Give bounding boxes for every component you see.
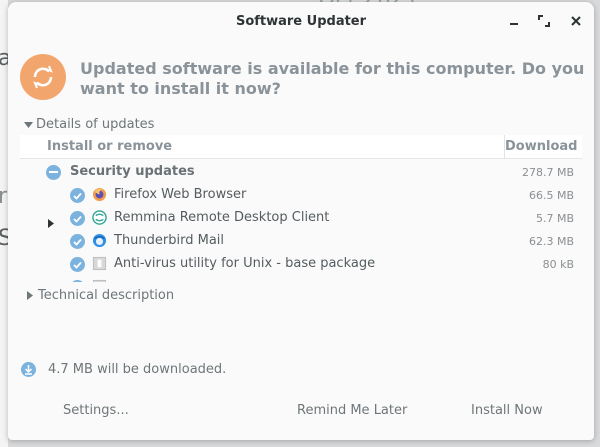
details-of-updates-expander[interactable]: Details of updates [22,117,154,132]
software-updater-dialog: Software Updater Updated software is ava… [8,2,594,440]
download-summary-text: 4.7 MB will be downloaded. [48,362,227,377]
chevron-down-icon [22,119,34,131]
update-checkbox[interactable] [70,188,85,203]
security-updates-checkbox[interactable] [46,165,61,180]
close-icon [571,16,581,26]
technical-description-expander[interactable]: Technical description [24,288,174,303]
technical-expander-label: Technical description [38,288,175,303]
minimize-icon [510,23,518,25]
download-icon [21,362,36,377]
table-row[interactable]: Remmina Remote Desktop Client 5.7 MB [20,207,582,230]
table-header: Install or remove Download [20,135,582,159]
maximize-button[interactable] [533,10,555,32]
update-checkbox[interactable] [70,280,85,282]
minimize-button[interactable] [503,10,525,32]
firefox-icon [92,187,107,202]
thunderbird-icon [92,233,107,248]
install-now-button[interactable]: Install Now [471,403,543,418]
update-item-size: 62.3 MB [528,235,574,248]
details-expander-label: Details of updates [36,117,155,132]
update-item-label: Firefox Web Browser [114,187,247,202]
update-checkbox[interactable] [70,257,85,272]
table-row[interactable]: Firefox Web Browser 66.5 MB [20,184,582,207]
background-text-fragment: r [0,184,8,209]
chevron-right-icon [24,290,36,302]
download-summary: 4.7 MB will be downloaded. [21,362,226,377]
group-size: 278.7 MB [521,166,574,179]
package-icon [92,279,107,282]
settings-button[interactable]: Settings... [63,403,129,418]
update-item-size: 66.5 MB [528,189,574,202]
update-checkbox[interactable] [70,234,85,249]
package-icon [92,256,107,271]
security-updates-group-row[interactable]: Security updates 278.7 MB [20,161,582,184]
update-item-label: Thunderbird Mail [114,233,225,248]
update-item-label: Remmina Remote Desktop Client [114,210,330,225]
table-row[interactable]: Anti-virus utility for Unix - base packa… [20,253,582,276]
update-item-label: Anti-virus utility for Unix - base packa… [114,256,376,271]
maximize-icon [538,15,550,27]
updates-table: Install or remove Download Security upda… [20,135,582,282]
column-header-install-or-remove[interactable]: Install or remove [47,139,172,154]
group-label: Security updates [70,164,195,179]
column-header-download[interactable]: Download [504,135,582,159]
update-item-size: 5.7 MB [535,212,574,225]
update-item-size: 80 kB [542,258,574,271]
update-checkbox[interactable] [70,211,85,226]
title-bar[interactable]: Software Updater [8,2,594,40]
close-button[interactable] [565,10,587,32]
update-refresh-icon [20,54,66,100]
remmina-icon [92,210,107,225]
table-row[interactable]: Thunderbird Mail 62.3 MB [20,230,582,253]
remind-me-later-button[interactable]: Remind Me Later [297,403,407,418]
table-row[interactable] [20,276,582,282]
update-available-message: Updated software is available for this c… [80,59,585,98]
